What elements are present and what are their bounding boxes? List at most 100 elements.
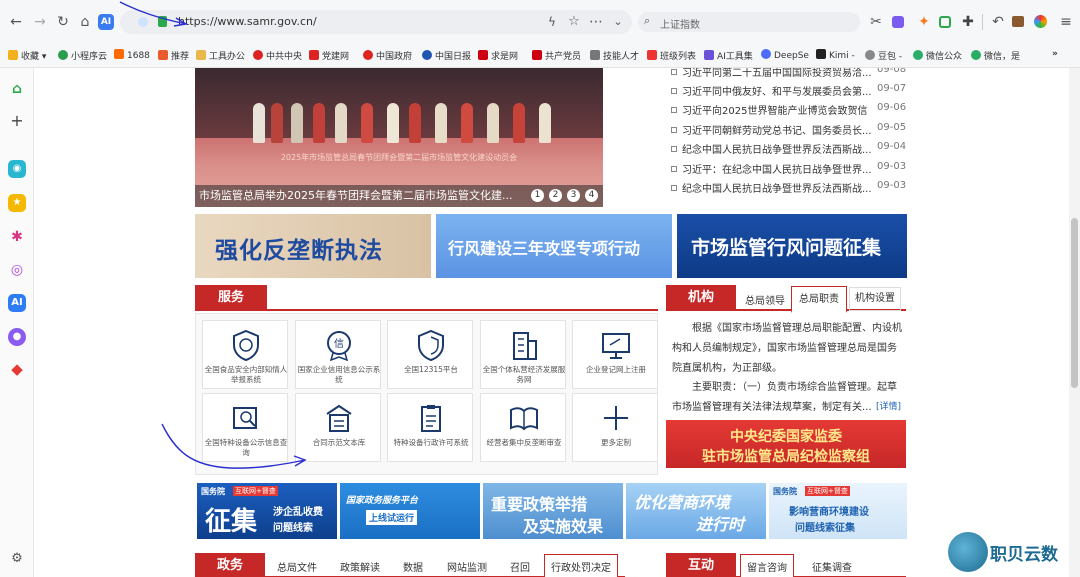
bookmark-item[interactable]: 微信，是	[971, 49, 1020, 62]
scrollbar-thumb[interactable]	[1071, 218, 1078, 388]
tab-penalty-decisions[interactable]: 行政处罚决定	[544, 554, 618, 577]
service-12315[interactable]: 全国12315平台	[387, 320, 473, 389]
service-food-safety[interactable]: 全国食品安全内部知情人举报系统	[202, 320, 288, 389]
hero-carousel[interactable]: 2025年市场监管总局春节团拜会暨第二届市场监管文化建设动员会 市场监管总局举办…	[195, 68, 603, 207]
bookmark-item[interactable]: 技能人才	[590, 49, 639, 62]
tab-messages[interactable]: 留言咨询	[740, 554, 794, 577]
bookmark-item[interactable]: 党建网	[309, 49, 349, 62]
extension-green-icon[interactable]	[939, 16, 951, 28]
carousel-dot[interactable]: 4	[585, 189, 598, 202]
back-icon[interactable]: ←	[8, 14, 24, 30]
profile-icon[interactable]	[1034, 15, 1047, 28]
tab-recall[interactable]: 召回	[510, 559, 530, 574]
services-title[interactable]: 服务	[195, 285, 267, 311]
tab-documents[interactable]: 总局文件	[277, 559, 317, 574]
bookmark-item[interactable]: 微信公众	[913, 49, 962, 62]
tab-duties-active[interactable]: 总局职责	[791, 286, 847, 313]
sidebar-star-icon[interactable]: ★	[8, 194, 26, 212]
extension-purple-icon[interactable]	[892, 16, 904, 28]
news-item[interactable]: 习近平同中俄友好、和平与发展委员会第...	[671, 83, 911, 98]
bookmark-item[interactable]: 中共中央	[253, 49, 302, 62]
puzzle-icon[interactable]: ✚	[960, 14, 976, 30]
lock-icon[interactable]	[158, 16, 167, 27]
service-credit-info[interactable]: 信 国家企业信用信息公示系统	[295, 320, 381, 389]
url-text[interactable]: https://www.samr.gov.cn/	[178, 15, 317, 28]
search-input[interactable]: 上证指数	[660, 16, 700, 31]
service-private-economy[interactable]: 全国个体私营经济发展服务网	[480, 320, 566, 389]
sidebar-network-icon[interactable]: ✱	[8, 228, 26, 246]
undo-icon[interactable]: ↶	[990, 14, 1006, 30]
tab-surveys[interactable]: 征集调查	[812, 559, 852, 574]
news-item[interactable]: 习近平：在纪念中国人民抗日战争暨世界...	[671, 161, 911, 176]
ai-assistant-icon[interactable]: AI	[98, 14, 114, 30]
tab-data[interactable]: 数据	[403, 559, 423, 574]
news-item[interactable]: 习近平向2025世界智能产业博览会致贺信	[671, 102, 911, 117]
banner-policy-effects[interactable]: 重要政策举措 及实施效果	[483, 483, 623, 539]
news-item[interactable]: 纪念中国人民抗日战争暨世界反法西斯战...	[671, 180, 911, 195]
bookmark-item[interactable]: DeepSe	[761, 49, 809, 61]
service-special-equipment-query[interactable]: 全国特种设备公示信息查询	[202, 393, 288, 462]
bookmark-item[interactable]: AI工具集	[704, 49, 753, 62]
sidebar-ai-swirl-icon[interactable]: ◎	[8, 261, 26, 279]
bookmark-item[interactable]: 中国政府	[363, 49, 412, 62]
service-equipment-license[interactable]: 特种设备行政许可系统	[387, 393, 473, 462]
bookmarks-overflow-icon[interactable]: »	[1052, 49, 1058, 59]
banner-antitrust[interactable]: 强化反垄断执法	[195, 214, 431, 278]
search-box[interactable]: ⌕ 上证指数	[638, 12, 860, 32]
sidebar-ai-icon[interactable]: AI	[8, 294, 26, 312]
bookmark-item[interactable]: 1688	[114, 49, 150, 61]
discipline-inspection-banner[interactable]: 中央纪委国家监委 驻市场监管总局纪检监察组	[666, 420, 906, 468]
bookmark-item[interactable]: 推荐	[158, 49, 189, 62]
tab-leaders[interactable]: 总局领导	[742, 292, 788, 307]
news-item[interactable]: 习近平同朝鲜劳动党总书记、国务委员长...	[671, 122, 911, 137]
home-icon[interactable]: ⌂	[77, 14, 93, 30]
vertical-scrollbar[interactable]	[1069, 68, 1080, 577]
bookmark-star-icon[interactable]: ☆	[566, 14, 582, 30]
banner-gov-service-platform[interactable]: 国家政务服务平台 上线试运行	[340, 483, 480, 539]
briefcase-icon[interactable]	[1012, 16, 1024, 27]
sidebar-add-icon[interactable]: +	[8, 112, 26, 130]
sidebar-app-cyan-icon[interactable]: ◉	[8, 160, 26, 178]
news-item[interactable]: 纪念中国人民抗日战争暨世界反法西斯战...	[671, 141, 911, 156]
institution-title[interactable]: 机构	[666, 285, 736, 311]
news-item[interactable]: 习近平同第二十五届中国国际投资贸易洽...	[671, 68, 911, 79]
menu-icon[interactable]: ≡	[1058, 14, 1074, 30]
scissors-icon[interactable]: ✂	[868, 14, 884, 30]
bookmark-item[interactable]: Kimi -	[816, 49, 855, 61]
bookmark-item[interactable]: 豆包 -	[865, 49, 902, 62]
sidebar-settings-icon[interactable]: ⚙	[8, 550, 26, 568]
extension-orange-icon[interactable]: ✦	[916, 14, 932, 30]
sidebar-home-icon[interactable]: ⌂	[8, 80, 26, 98]
service-more[interactable]: 更多定制	[572, 393, 658, 462]
carousel-dot[interactable]: 2	[549, 189, 562, 202]
gov-title[interactable]: 政务	[195, 553, 265, 577]
service-online-registration[interactable]: 企业登记网上注册	[572, 320, 658, 389]
tab-monitoring[interactable]: 网站监测	[447, 559, 487, 574]
service-merger-review[interactable]: 经营者集中反垄断审查	[480, 393, 566, 462]
bookmark-item[interactable]: 班级列表	[647, 49, 696, 62]
banner-fee-clues[interactable]: 国务院 互联网+督查 征集 涉企乱收费 问题线索	[197, 483, 337, 539]
lightning-icon[interactable]: ϟ	[544, 14, 560, 30]
carousel-dot[interactable]: 3	[567, 189, 580, 202]
banner-business-env-clues[interactable]: 国务院 互联网+督查 影响营商环境建设 问题线索征集	[769, 483, 907, 539]
bookmark-item[interactable]: 中国日报	[422, 49, 471, 62]
sidebar-chat-icon[interactable]: ●	[8, 328, 26, 346]
sidebar-game-icon[interactable]: ◆	[8, 360, 26, 378]
bookmark-item[interactable]: 小程序云	[58, 49, 107, 62]
bookmark-item[interactable]: 共产党员	[532, 49, 581, 62]
more-dots-icon[interactable]: ⋯	[588, 14, 604, 30]
bookmark-item[interactable]: 求是网	[478, 49, 518, 62]
chevron-down-icon[interactable]: ⌄	[610, 14, 626, 30]
banner-feedback[interactable]: 市场监管行风问题征集	[677, 214, 907, 278]
reload-icon[interactable]: ↻	[55, 14, 71, 30]
interact-title[interactable]: 互动	[666, 553, 736, 577]
bookmark-folder[interactable]: 工具办公	[196, 49, 245, 62]
bookmark-favorites[interactable]: 收藏 ▾	[8, 49, 46, 62]
banner-business-environment[interactable]: 优化营商环境 进行时	[626, 483, 766, 539]
service-contract-templates[interactable]: 合同示范文本库	[295, 393, 381, 462]
tab-structure[interactable]: 机构设置	[849, 287, 901, 311]
banner-conduct-campaign[interactable]: 行风建设三年攻坚专项行动	[436, 214, 672, 278]
details-link[interactable]: [详情]	[876, 399, 901, 412]
forward-icon[interactable]: →	[32, 14, 48, 30]
tab-interpretation[interactable]: 政策解读	[340, 559, 380, 574]
